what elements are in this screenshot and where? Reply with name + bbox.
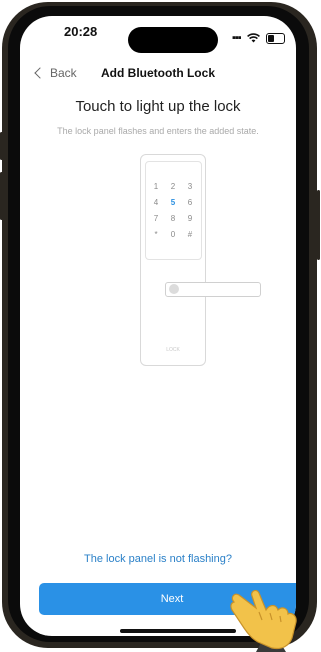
lock-brand-logo: LOCK <box>166 347 180 353</box>
signal-icon: ▪▪▪ <box>232 32 242 44</box>
keypad-key: # <box>187 230 193 239</box>
dynamic-island <box>128 27 218 53</box>
lock-illustration: 1 2 3 4 5 6 7 8 9 * 0 # LOCK <box>140 154 206 366</box>
side-button-left <box>0 172 3 220</box>
status-icons: ▪▪▪ <box>232 31 285 45</box>
tap-hand-icon <box>230 589 297 652</box>
next-label: Next <box>160 593 184 605</box>
instruction-heading: Touch to light up the lock <box>75 98 241 115</box>
keypad-key: 4 <box>153 198 159 207</box>
side-button-right <box>317 190 320 260</box>
lock-handle <box>165 282 261 297</box>
lock-keypad: 1 2 3 4 5 6 7 8 9 * 0 # <box>145 161 202 260</box>
keypad-key: 3 <box>187 182 193 191</box>
keypad-key: 0 <box>170 230 176 239</box>
keypad-key: 8 <box>170 214 176 223</box>
battery-icon <box>265 32 285 44</box>
status-time: 20:28 <box>64 24 98 39</box>
home-indicator <box>120 629 236 633</box>
side-button-left <box>0 132 3 160</box>
instruction-subtext: The lock panel flashes and enters the ad… <box>57 126 259 136</box>
keypad-key: * <box>154 230 158 239</box>
handle-knob <box>169 284 179 294</box>
page-title: Add Bluetooth Lock <box>101 66 215 80</box>
panel-not-flashing-link[interactable]: The lock panel is not flashing? <box>20 553 296 565</box>
screen: 20:28 ▪▪▪ Back Add Bluetooth Lock Touch … <box>20 16 296 636</box>
nav-bar: Back Add Bluetooth Lock <box>20 64 296 86</box>
keypad-key: 1 <box>153 182 159 191</box>
keypad-key: 2 <box>170 182 176 191</box>
wifi-icon <box>246 33 260 43</box>
keypad-key-highlighted: 5 <box>170 198 176 207</box>
keypad-key: 9 <box>187 214 193 223</box>
keypad-key: 7 <box>153 214 159 223</box>
keypad-key: 6 <box>187 198 193 207</box>
